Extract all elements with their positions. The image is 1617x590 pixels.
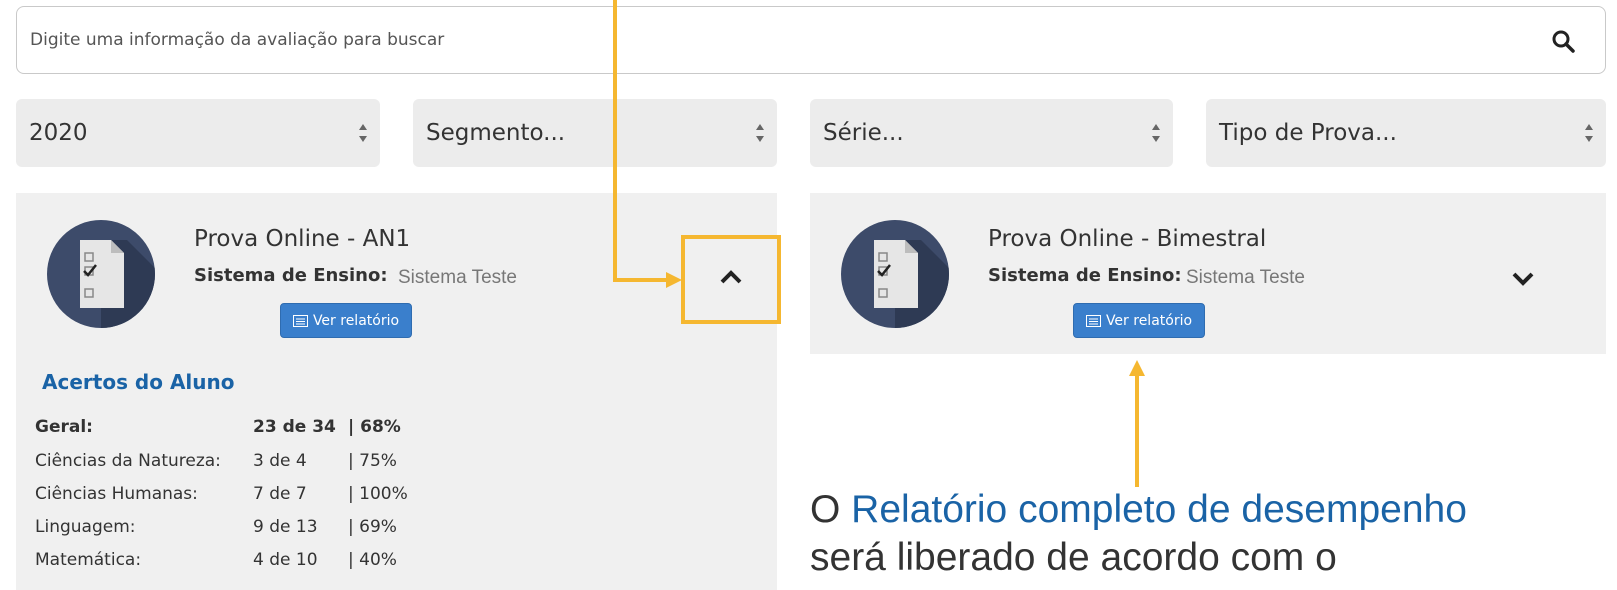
list-icon: [292, 314, 308, 327]
chevron-up-icon[interactable]: [720, 270, 742, 284]
view-report-button[interactable]: Ver relatório: [280, 303, 412, 338]
grade-select[interactable]: Série...: [810, 99, 1173, 167]
exam-document-icon: [47, 220, 155, 328]
year-select-value: 2020: [29, 120, 88, 146]
callout-arrowhead: [1129, 360, 1145, 376]
stats-percent: | 68%: [348, 417, 401, 437]
annotation-prefix: O: [810, 488, 852, 531]
stats-percent: | 69%: [348, 517, 397, 537]
select-arrows-icon: [756, 124, 764, 142]
grade-select-value: Série...: [823, 120, 904, 146]
search-input[interactable]: [17, 7, 1547, 73]
exam-type-select[interactable]: Tipo de Prova...: [1206, 99, 1606, 167]
exam-title: Prova Online - Bimestral: [988, 226, 1267, 252]
annotation-highlight: Relatório completo de desempenho: [851, 488, 1467, 531]
stats-score: 4 de 10: [253, 550, 318, 570]
list-icon: [1085, 314, 1101, 327]
stats-score: 3 de 4: [253, 451, 307, 471]
stats-score: 23 de 34: [253, 417, 336, 437]
stats-label: Ciências da Natureza:: [35, 451, 221, 471]
view-report-button[interactable]: Ver relatório: [1073, 303, 1205, 338]
system-label: Sistema de Ensino:: [988, 265, 1182, 286]
view-report-label: Ver relatório: [1105, 312, 1193, 329]
view-report-label: Ver relatório: [312, 312, 400, 329]
system-label: Sistema de Ensino:: [194, 265, 388, 286]
year-select[interactable]: 2020: [16, 99, 380, 167]
stats-percent: | 100%: [348, 484, 408, 504]
segment-select[interactable]: Segmento...: [413, 99, 777, 167]
annotation-text: O Relatório completo de desempenho será …: [810, 488, 1467, 580]
annotation-line2: será liberado de acordo com o: [810, 536, 1337, 579]
search-bar: [16, 6, 1606, 74]
student-score-panel: Acertos do Aluno Geral: 23 de 34 | 68% C…: [35, 370, 435, 590]
exam-type-select-value: Tipo de Prova...: [1219, 120, 1397, 146]
system-value: Sistema Teste: [398, 267, 517, 288]
stats-heading: Acertos do Aluno: [42, 370, 235, 394]
select-arrows-icon: [359, 124, 367, 142]
stats-percent: | 40%: [348, 550, 397, 570]
select-arrows-icon: [1152, 124, 1160, 142]
chevron-down-icon[interactable]: [1512, 272, 1534, 286]
stats-percent: | 75%: [348, 451, 397, 471]
stats-label: Geral:: [35, 417, 93, 437]
exam-document-icon: [841, 220, 949, 328]
stats-label: Linguagem:: [35, 517, 136, 537]
stats-score: 9 de 13: [253, 517, 318, 537]
stats-label: Ciências Humanas:: [35, 484, 198, 504]
system-value: Sistema Teste: [1186, 267, 1305, 288]
select-arrows-icon: [1585, 124, 1593, 142]
exam-title: Prova Online - AN1: [194, 226, 411, 252]
stats-score: 7 de 7: [253, 484, 307, 504]
search-icon[interactable]: [1551, 29, 1575, 53]
stats-label: Matemática:: [35, 550, 142, 570]
segment-select-value: Segmento...: [426, 120, 566, 146]
